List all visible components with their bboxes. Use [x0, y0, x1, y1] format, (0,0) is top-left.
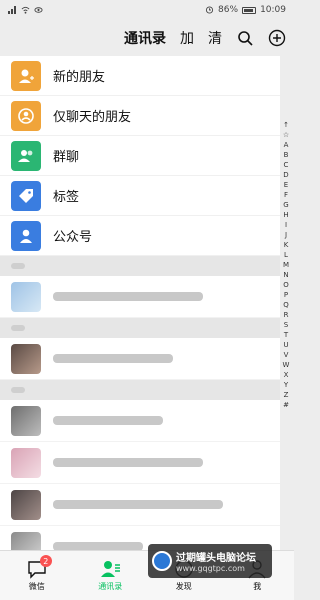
avatar [11, 405, 41, 436]
entry-new-friends[interactable]: 新的朋友 [0, 56, 280, 96]
battery-icon [242, 6, 257, 14]
section-header [0, 380, 280, 400]
chat-only-friend-icon [11, 100, 41, 131]
avatar [11, 281, 41, 312]
alphabet-index-letter[interactable]: ↑ [283, 120, 289, 130]
alphabet-index-letter[interactable]: A [284, 140, 289, 150]
entry-tags[interactable]: 标签 [0, 176, 280, 216]
alphabet-index-letter[interactable]: W [283, 360, 290, 370]
alphabet-index-letter[interactable]: M [283, 260, 289, 270]
entry-label: 标签 [53, 190, 80, 205]
tab-contacts[interactable]: 通讯录 [85, 559, 135, 592]
section-header [0, 318, 280, 338]
tab-label: 通讯录 [98, 582, 123, 591]
alphabet-index-letter[interactable]: # [283, 400, 289, 410]
group-chat-icon [11, 140, 41, 171]
list-item[interactable] [0, 338, 280, 380]
add-text-button[interactable]: 加 [180, 28, 194, 48]
tab-label: 微信 [28, 582, 45, 591]
contact-list: 新的朋友 仅聊天的朋友 群聊 标签 公众号 [0, 56, 280, 568]
alphabet-index-letter[interactable]: O [283, 280, 289, 290]
alphabet-index-letter[interactable]: K [284, 240, 289, 250]
blurred-name [53, 458, 203, 467]
list-item[interactable] [0, 400, 280, 442]
entry-official-accounts[interactable]: 公众号 [0, 216, 280, 256]
section-header [0, 256, 280, 276]
tag-icon [11, 180, 41, 211]
alphabet-index-letter[interactable]: Z [284, 390, 289, 400]
battery-percent: 86% [218, 5, 239, 15]
top-bar: 通讯录 加 清 [0, 20, 294, 56]
status-left [8, 6, 43, 14]
clock: 10:09 [260, 5, 286, 15]
alphabet-index-letter[interactable]: F [284, 190, 288, 200]
avatar [11, 489, 41, 520]
search-icon[interactable] [236, 29, 254, 47]
tab-label: 我 [253, 582, 262, 591]
alphabet-index-letter[interactable]: R [284, 310, 289, 320]
official-account-icon [11, 220, 41, 251]
tab-chats[interactable]: 2 微信 [12, 555, 62, 592]
add-friend-icon [11, 60, 41, 91]
list-item[interactable] [0, 442, 280, 484]
status-right: 86% 10:09 [205, 5, 286, 15]
watermark-url: www.gqgtpc.com [176, 564, 245, 573]
alphabet-index-letter[interactable]: U [283, 340, 288, 350]
alphabet-index[interactable]: ↑ ☆ A B C D E F G H I J K L M N O P Q R S T U V W X Y Z # [280, 120, 292, 410]
watermark: 过期罐头电脑论坛 www.gqgtpc.com [148, 544, 272, 578]
watermark-title: 过期罐头电脑论坛 [176, 553, 256, 564]
alphabet-index-letter[interactable]: I [285, 220, 287, 230]
alphabet-index-letter[interactable]: C [284, 160, 289, 170]
alphabet-index-letter[interactable]: P [284, 290, 288, 300]
alphabet-index-letter[interactable]: X [284, 370, 289, 380]
alphabet-index-letter[interactable]: H [283, 210, 288, 220]
watermark-text: 过期罐头电脑论坛 www.gqgtpc.com [176, 549, 256, 573]
entry-label: 新的朋友 [53, 70, 106, 85]
avatar [11, 343, 41, 374]
wifi-icon [21, 6, 30, 14]
entry-group-chats[interactable]: 群聊 [0, 136, 280, 176]
alphabet-index-letter[interactable]: J [285, 230, 287, 240]
tab-label: 发现 [175, 582, 192, 591]
list-item[interactable] [0, 276, 280, 318]
avatar [11, 447, 41, 478]
page-title: 通讯录 [124, 31, 166, 47]
watermark-logo-icon [152, 551, 172, 571]
status-bar: 86% 10:09 [0, 0, 294, 20]
alphabet-index-letter[interactable]: Y [284, 380, 288, 390]
entry-label: 群聊 [53, 150, 80, 165]
alphabet-index-letter[interactable]: B [284, 150, 289, 160]
contacts-icon [101, 561, 121, 577]
alarm-icon [205, 6, 214, 14]
clear-text-button[interactable]: 清 [208, 28, 222, 48]
alphabet-index-letter[interactable]: Q [283, 300, 289, 310]
blurred-letter [11, 263, 25, 269]
alphabet-index-letter[interactable]: T [284, 330, 288, 340]
alphabet-index-letter[interactable]: ☆ [283, 130, 289, 140]
entry-label: 公众号 [53, 230, 93, 245]
entry-chat-only-friends[interactable]: 仅聊天的朋友 [0, 96, 280, 136]
alphabet-index-letter[interactable]: S [284, 320, 288, 330]
eye-icon [34, 7, 43, 13]
alphabet-index-letter[interactable]: E [284, 180, 288, 190]
blurred-letter [11, 387, 25, 393]
blurred-name [53, 500, 223, 509]
alphabet-index-letter[interactable]: D [283, 170, 288, 180]
alphabet-index-letter[interactable]: N [283, 270, 288, 280]
alphabet-index-letter[interactable]: G [283, 200, 288, 210]
add-circle-icon[interactable] [268, 29, 286, 47]
alphabet-index-letter[interactable]: V [284, 350, 289, 360]
blurred-name [53, 292, 203, 301]
blurred-name [53, 416, 163, 425]
entry-label: 仅聊天的朋友 [53, 110, 132, 125]
signal-icon [8, 6, 16, 14]
list-item[interactable] [0, 484, 280, 526]
unread-badge: 2 [39, 555, 52, 567]
blurred-name [53, 354, 173, 363]
alphabet-index-letter[interactable]: L [284, 250, 288, 260]
blurred-letter [11, 325, 25, 331]
